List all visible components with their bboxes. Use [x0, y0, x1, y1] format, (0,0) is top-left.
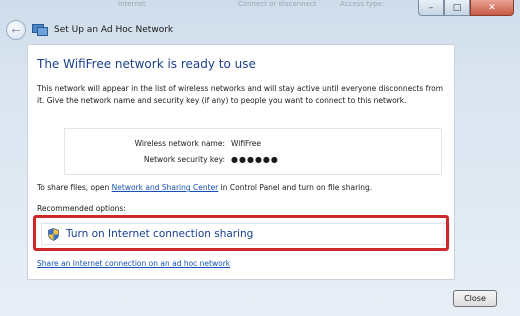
file-sharing-text: To share files, open Network and Sharing…	[37, 183, 447, 192]
wizard-header: ← Set Up an Ad Hoc Network	[6, 18, 512, 42]
share-prefix: To share files, open	[37, 183, 112, 192]
security-key-value: ●●●●●●	[231, 155, 279, 164]
network-sharing-center-link[interactable]: Network and Sharing Center	[112, 183, 219, 192]
security-key-row: Network security key: ●●●●●●	[65, 155, 279, 164]
command-link-label: Turn on Internet connection sharing	[66, 228, 254, 240]
network-name-label: Wireless network name:	[134, 139, 225, 148]
page-heading: The WifiFree network is ready to use	[37, 57, 256, 71]
back-button[interactable]: ←	[6, 20, 26, 40]
maximize-button[interactable]: □	[444, 0, 470, 16]
minimize-button[interactable]: –	[418, 0, 444, 16]
uac-shield-icon	[48, 227, 59, 241]
background-window-titles: Internet Connect or disconnect Access ty…	[0, 0, 420, 10]
recommended-options-label: Recommended options:	[37, 204, 126, 213]
background-title: Access type:	[340, 0, 385, 8]
background-title: Internet	[118, 0, 146, 8]
close-button[interactable]: Close	[453, 290, 497, 307]
network-wizard-icon	[32, 24, 48, 36]
turn-on-ics-command-link[interactable]: Turn on Internet connection sharing	[41, 223, 450, 245]
share-internet-help-link[interactable]: Share an Internet connection on an ad ho…	[37, 259, 230, 268]
window-frame: Internet Connect or disconnect Access ty…	[0, 0, 520, 316]
close-window-button[interactable]: ✕	[470, 0, 514, 16]
share-suffix: in Control Panel and turn on file sharin…	[218, 183, 373, 192]
window-title: Set Up an Ad Hoc Network	[54, 25, 174, 35]
background-title: Connect or disconnect	[238, 0, 317, 8]
network-name-row: Wireless network name: WifiFree	[65, 139, 261, 148]
network-info-box: Wireless network name: WifiFree Network s…	[64, 128, 442, 175]
wizard-content: The WifiFree network is ready to use Thi…	[27, 44, 455, 280]
back-arrow-icon: ←	[11, 23, 21, 37]
network-description: This network will appear in the list of …	[37, 84, 444, 105]
security-key-label: Network security key:	[143, 155, 225, 164]
window-controls: – □ ✕	[418, 0, 514, 16]
network-name-value: WifiFree	[231, 139, 261, 148]
